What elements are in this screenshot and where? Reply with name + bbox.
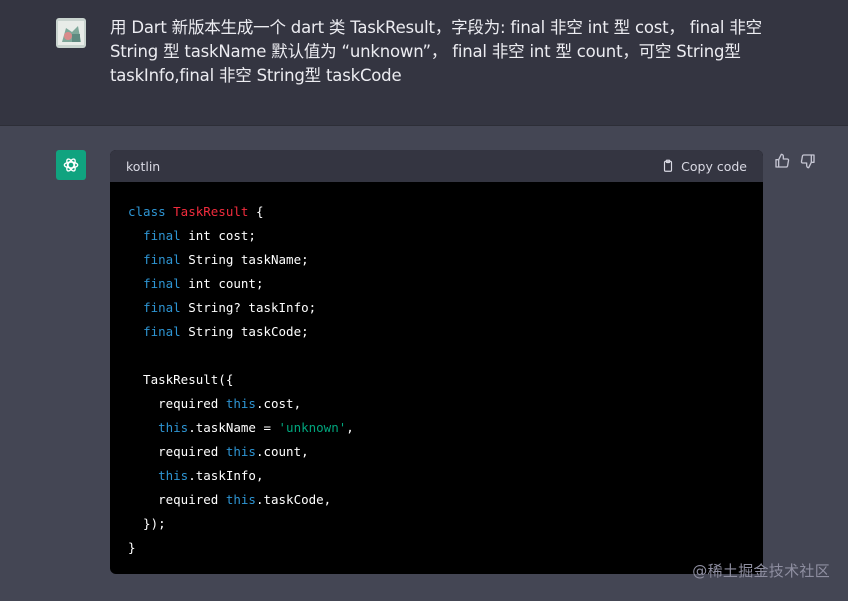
code-line: TaskResult({ bbox=[128, 368, 745, 392]
code-line: final String taskCode; bbox=[128, 320, 745, 344]
code-line: final String taskName; bbox=[128, 248, 745, 272]
code-line: final int cost; bbox=[128, 224, 745, 248]
code-token: required bbox=[128, 492, 226, 507]
code-token: this bbox=[225, 444, 256, 459]
code-token: this bbox=[158, 468, 189, 483]
code-token: class bbox=[128, 204, 174, 219]
code-token: }); bbox=[128, 516, 166, 531]
code-token: final bbox=[143, 324, 181, 339]
feedback-buttons bbox=[774, 153, 816, 169]
user-avatar bbox=[56, 18, 86, 48]
user-prompt-text: 用 Dart 新版本生成一个 dart 类 TaskResult，字段为: fi… bbox=[110, 18, 762, 85]
code-token: String taskName; bbox=[180, 252, 309, 267]
code-token: .taskName = bbox=[188, 420, 279, 435]
code-token: .cost, bbox=[255, 396, 302, 411]
code-content: class TaskResult { final int cost; final… bbox=[110, 182, 763, 560]
code-token: TaskResult bbox=[173, 204, 249, 219]
copy-code-label: Copy code bbox=[681, 158, 747, 174]
code-token: final bbox=[143, 228, 181, 243]
code-token: String? taskInfo; bbox=[180, 300, 317, 315]
code-token: int count; bbox=[180, 276, 264, 291]
code-token: .taskInfo, bbox=[188, 468, 264, 483]
code-token: } bbox=[128, 540, 136, 555]
code-line: class TaskResult { bbox=[128, 200, 745, 224]
code-token: 'unknown' bbox=[278, 420, 347, 435]
watermark: @稀土掘金技术社区 bbox=[692, 562, 830, 580]
code-token: this bbox=[158, 420, 189, 435]
code-block-header: kotlin Copy code bbox=[110, 150, 763, 182]
code-token: final bbox=[143, 252, 181, 267]
code-token: this bbox=[225, 396, 256, 411]
code-token: int cost; bbox=[180, 228, 256, 243]
user-message-row: 用 Dart 新版本生成一个 dart 类 TaskResult，字段为: fi… bbox=[0, 0, 848, 126]
code-token: required bbox=[128, 396, 226, 411]
code-token: { bbox=[248, 204, 264, 219]
thumbs-up-icon[interactable] bbox=[774, 153, 790, 169]
code-line: final int count; bbox=[128, 272, 745, 296]
thumbs-down-icon[interactable] bbox=[800, 153, 816, 169]
code-line: required this.count, bbox=[128, 440, 745, 464]
code-line: }); bbox=[128, 512, 745, 536]
copy-code-button[interactable]: Copy code bbox=[661, 159, 747, 174]
code-line: required this.cost, bbox=[128, 392, 745, 416]
code-token: String taskCode; bbox=[180, 324, 309, 339]
code-token: required bbox=[128, 444, 226, 459]
code-line: } bbox=[128, 536, 745, 560]
code-token: final bbox=[143, 276, 181, 291]
code-line: this.taskName = 'unknown', bbox=[128, 416, 745, 440]
clipboard-icon bbox=[661, 159, 675, 173]
code-line: final String? taskInfo; bbox=[128, 296, 745, 320]
code-token: .count, bbox=[255, 444, 309, 459]
code-language-label: kotlin bbox=[126, 158, 161, 174]
code-line: this.taskInfo, bbox=[128, 464, 745, 488]
code-token: final bbox=[143, 300, 181, 315]
code-token: this bbox=[225, 492, 256, 507]
code-block: kotlin Copy code class TaskResult { fina… bbox=[110, 150, 763, 574]
code-token: .taskCode, bbox=[255, 492, 332, 507]
code-token: TaskResult({ bbox=[128, 372, 234, 387]
code-token: , bbox=[346, 420, 354, 435]
code-line: required this.taskCode, bbox=[128, 488, 745, 512]
openai-logo-icon bbox=[56, 150, 86, 180]
